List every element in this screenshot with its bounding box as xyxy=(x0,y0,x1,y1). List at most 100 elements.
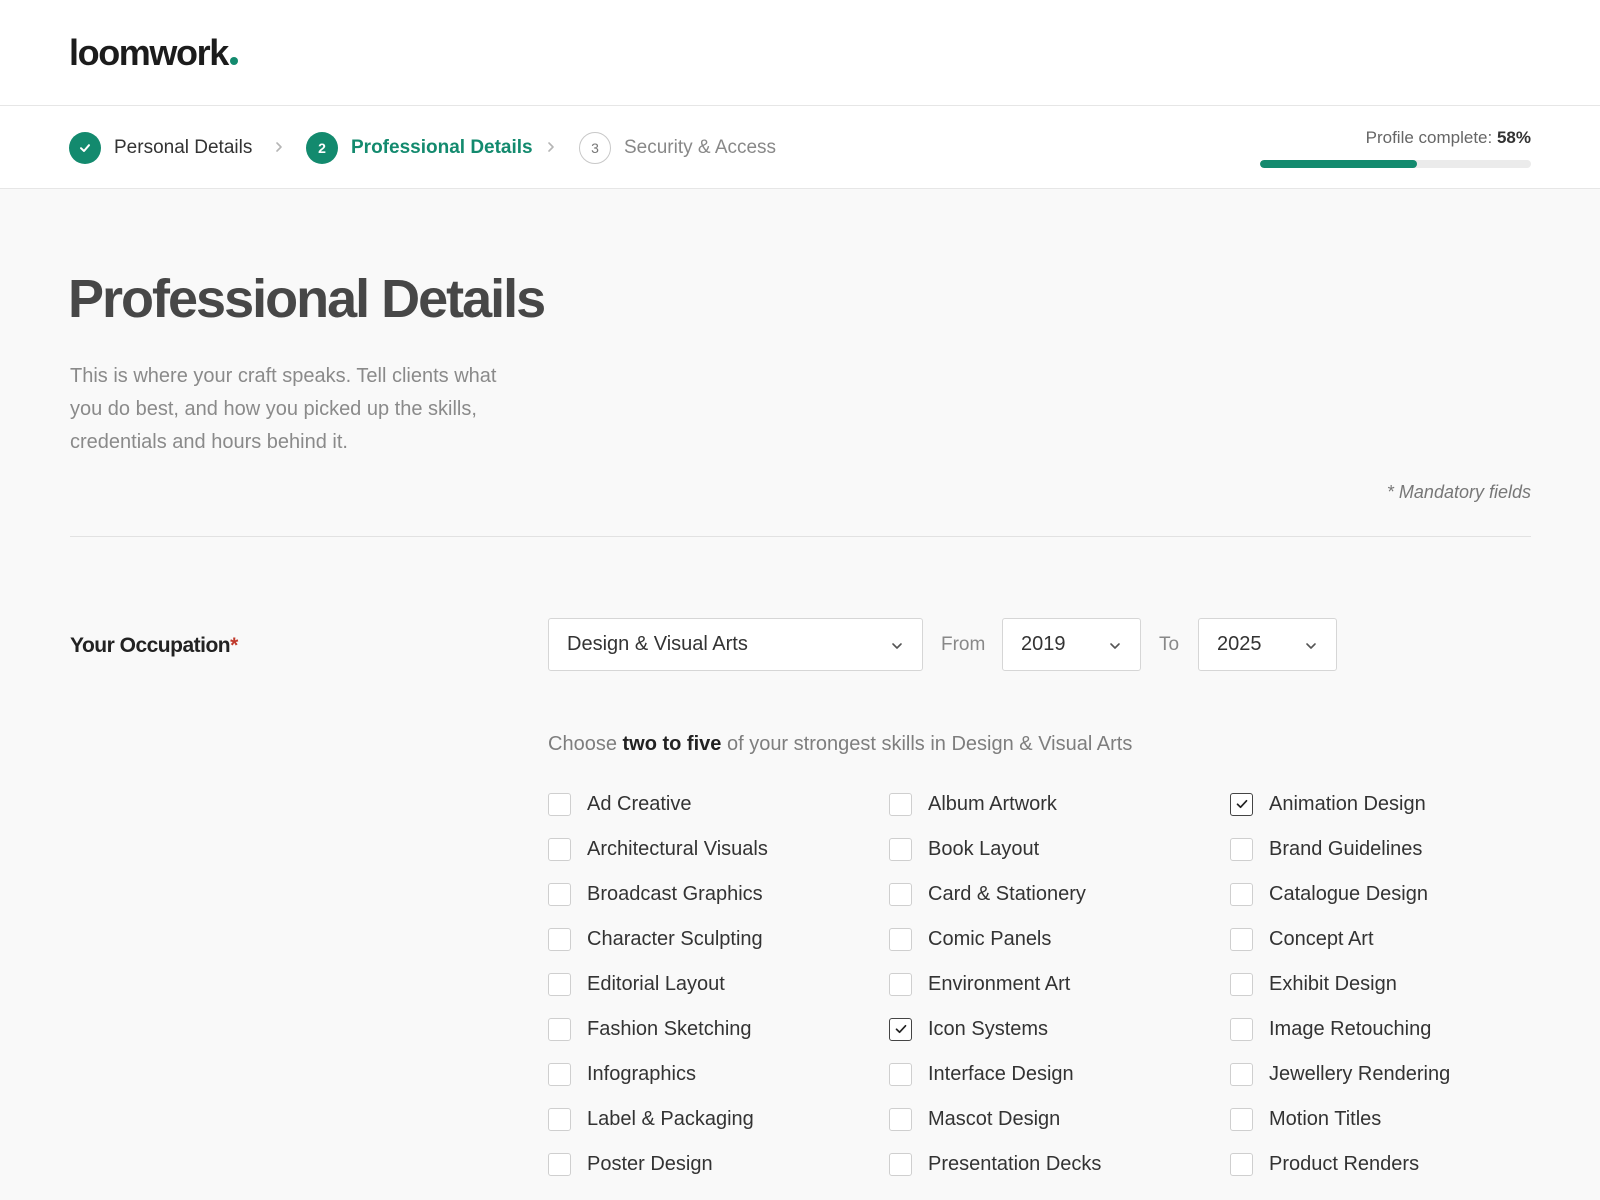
checkbox-icon[interactable] xyxy=(1230,882,1253,906)
skill-checkbox-item[interactable]: Mascot Design xyxy=(889,1105,1060,1133)
skill-label: Album Artwork xyxy=(928,792,1057,815)
skill-checkbox-item[interactable]: Motion Titles xyxy=(1230,1105,1381,1133)
skill-checkbox-item[interactable]: Environment Art xyxy=(889,970,1070,998)
checkbox-icon[interactable] xyxy=(1230,1152,1253,1176)
brand-logo[interactable]: loomwork xyxy=(69,32,238,74)
skill-checkbox-item[interactable]: Interface Design xyxy=(889,1060,1074,1088)
checkbox-icon[interactable] xyxy=(1230,1062,1253,1086)
skill-checkbox-item[interactable]: Product Renders xyxy=(1230,1150,1419,1178)
skill-checkbox-item[interactable]: Editorial Layout xyxy=(548,970,725,998)
checkbox-icon[interactable] xyxy=(889,882,912,906)
skill-label: Character Sculpting xyxy=(587,927,763,950)
checkbox-icon[interactable] xyxy=(1230,972,1253,996)
occupation-value: Design & Visual Arts xyxy=(567,633,748,655)
checkbox-icon[interactable] xyxy=(548,927,571,951)
logo-dot-icon xyxy=(229,57,238,65)
skill-checkbox-item[interactable]: Card & Stationery xyxy=(889,880,1086,908)
checkbox-icon[interactable] xyxy=(548,1062,571,1086)
skill-label: Jewellery Rendering xyxy=(1269,1062,1451,1085)
skill-checkbox-item[interactable]: Animation Design xyxy=(1230,790,1426,818)
page-title: Professional Details xyxy=(68,269,546,329)
skills-hint-prefix: Choose xyxy=(548,733,617,755)
skills-hint: Choose two to five of your strongest ski… xyxy=(548,733,1132,756)
checkbox-icon[interactable] xyxy=(1230,837,1253,861)
chevron-down-icon xyxy=(1110,643,1120,649)
chevron-down-icon xyxy=(892,643,902,649)
skill-checkbox-item[interactable]: Jewellery Rendering xyxy=(1230,1060,1450,1088)
checkbox-icon[interactable] xyxy=(548,1107,571,1131)
skill-label: Book Layout xyxy=(928,837,1040,860)
skill-label: Brand Guidelines xyxy=(1269,837,1423,860)
step-personal-details[interactable]: Personal Details xyxy=(69,131,252,165)
checkbox-icon[interactable] xyxy=(548,972,571,996)
step-security-access[interactable]: 3 Security & Access xyxy=(579,131,776,165)
skill-label: Poster Design xyxy=(587,1152,713,1175)
step-number: 3 xyxy=(579,132,611,164)
checkbox-icon[interactable] xyxy=(548,837,571,861)
checkbox-icon[interactable] xyxy=(1230,1017,1253,1041)
checkbox-icon[interactable] xyxy=(889,972,912,996)
skill-label: Comic Panels xyxy=(928,927,1052,950)
skill-label: Ad Creative xyxy=(587,792,692,815)
checkbox-icon[interactable] xyxy=(1230,1107,1253,1131)
skill-checkbox-item[interactable]: Exhibit Design xyxy=(1230,970,1397,998)
skill-label: Fashion Sketching xyxy=(587,1017,752,1040)
occupation-select[interactable]: Design & Visual Arts xyxy=(548,618,923,671)
checkbox-icon[interactable] xyxy=(889,792,912,816)
skill-checkbox-item[interactable]: Poster Design xyxy=(548,1150,713,1178)
checkbox-checked-icon[interactable] xyxy=(1230,792,1253,816)
skill-checkbox-item[interactable]: Broadcast Graphics xyxy=(548,880,763,908)
step-label: Professional Details xyxy=(351,137,533,158)
from-year-select[interactable]: 2019 xyxy=(1002,618,1141,671)
chevron-down-icon xyxy=(1306,643,1316,649)
checkbox-icon[interactable] xyxy=(548,1017,571,1041)
checkbox-icon[interactable] xyxy=(548,1152,571,1176)
skill-checkbox-item[interactable]: Ad Creative xyxy=(548,790,692,818)
checkbox-checked-icon[interactable] xyxy=(889,1017,912,1041)
skill-label: Presentation Decks xyxy=(928,1152,1102,1175)
checkbox-icon[interactable] xyxy=(889,927,912,951)
checkbox-icon[interactable] xyxy=(889,1107,912,1131)
to-year-value: 2025 xyxy=(1217,633,1262,655)
skill-checkbox-item[interactable]: Catalogue Design xyxy=(1230,880,1428,908)
mandatory-note: * Mandatory fields xyxy=(1386,482,1531,502)
checkbox-icon[interactable] xyxy=(889,837,912,861)
skill-checkbox-item[interactable]: Album Artwork xyxy=(889,790,1057,818)
to-label: To xyxy=(1159,634,1180,655)
step-navigation: Personal Details 2 Professional Details … xyxy=(0,106,1600,189)
step-professional-details[interactable]: 2 Professional Details xyxy=(306,131,533,165)
checkbox-icon[interactable] xyxy=(889,1062,912,1086)
skill-checkbox-item[interactable]: Fashion Sketching xyxy=(548,1015,752,1043)
skill-checkbox-item[interactable]: Character Sculpting xyxy=(548,925,763,953)
brand-name: loomwork xyxy=(69,32,229,73)
skill-label: Architectural Visuals xyxy=(587,837,768,860)
checkbox-icon[interactable] xyxy=(548,882,571,906)
profile-progress-fill xyxy=(1260,160,1418,168)
skill-checkbox-item[interactable]: Icon Systems xyxy=(889,1015,1048,1043)
skill-label: Animation Design xyxy=(1269,792,1426,815)
to-year-select[interactable]: 2025 xyxy=(1198,618,1337,671)
skill-checkbox-item[interactable]: Brand Guidelines xyxy=(1230,835,1422,863)
skill-label: Concept Art xyxy=(1269,927,1374,950)
skill-checkbox-item[interactable]: Comic Panels xyxy=(889,925,1051,953)
skill-checkbox-item[interactable]: Presentation Decks xyxy=(889,1150,1101,1178)
skill-checkbox-item[interactable]: Architectural Visuals xyxy=(548,835,768,863)
skill-checkbox-item[interactable]: Concept Art xyxy=(1230,925,1374,953)
skill-checkbox-item[interactable]: Label & Packaging xyxy=(548,1105,754,1133)
step-number: 2 xyxy=(306,132,338,164)
progress-text: Profile complete: xyxy=(1365,128,1493,147)
checkbox-icon[interactable] xyxy=(889,1152,912,1176)
skill-label: Label & Packaging xyxy=(587,1107,754,1130)
skill-label: Environment Art xyxy=(928,972,1071,995)
skill-label: Icon Systems xyxy=(928,1017,1049,1040)
skill-label: Card & Stationery xyxy=(928,882,1086,905)
skill-checkbox-item[interactable]: Image Retouching xyxy=(1230,1015,1431,1043)
skill-checkbox-item[interactable]: Infographics xyxy=(548,1060,696,1088)
skill-checkbox-item[interactable]: Book Layout xyxy=(889,835,1039,863)
checkbox-icon[interactable] xyxy=(1230,927,1253,951)
skill-label: Broadcast Graphics xyxy=(587,882,763,905)
from-label: From xyxy=(941,634,986,655)
occupation-label-text: Your Occupation xyxy=(70,634,231,657)
section-divider xyxy=(70,536,1531,537)
checkbox-icon[interactable] xyxy=(548,792,571,816)
